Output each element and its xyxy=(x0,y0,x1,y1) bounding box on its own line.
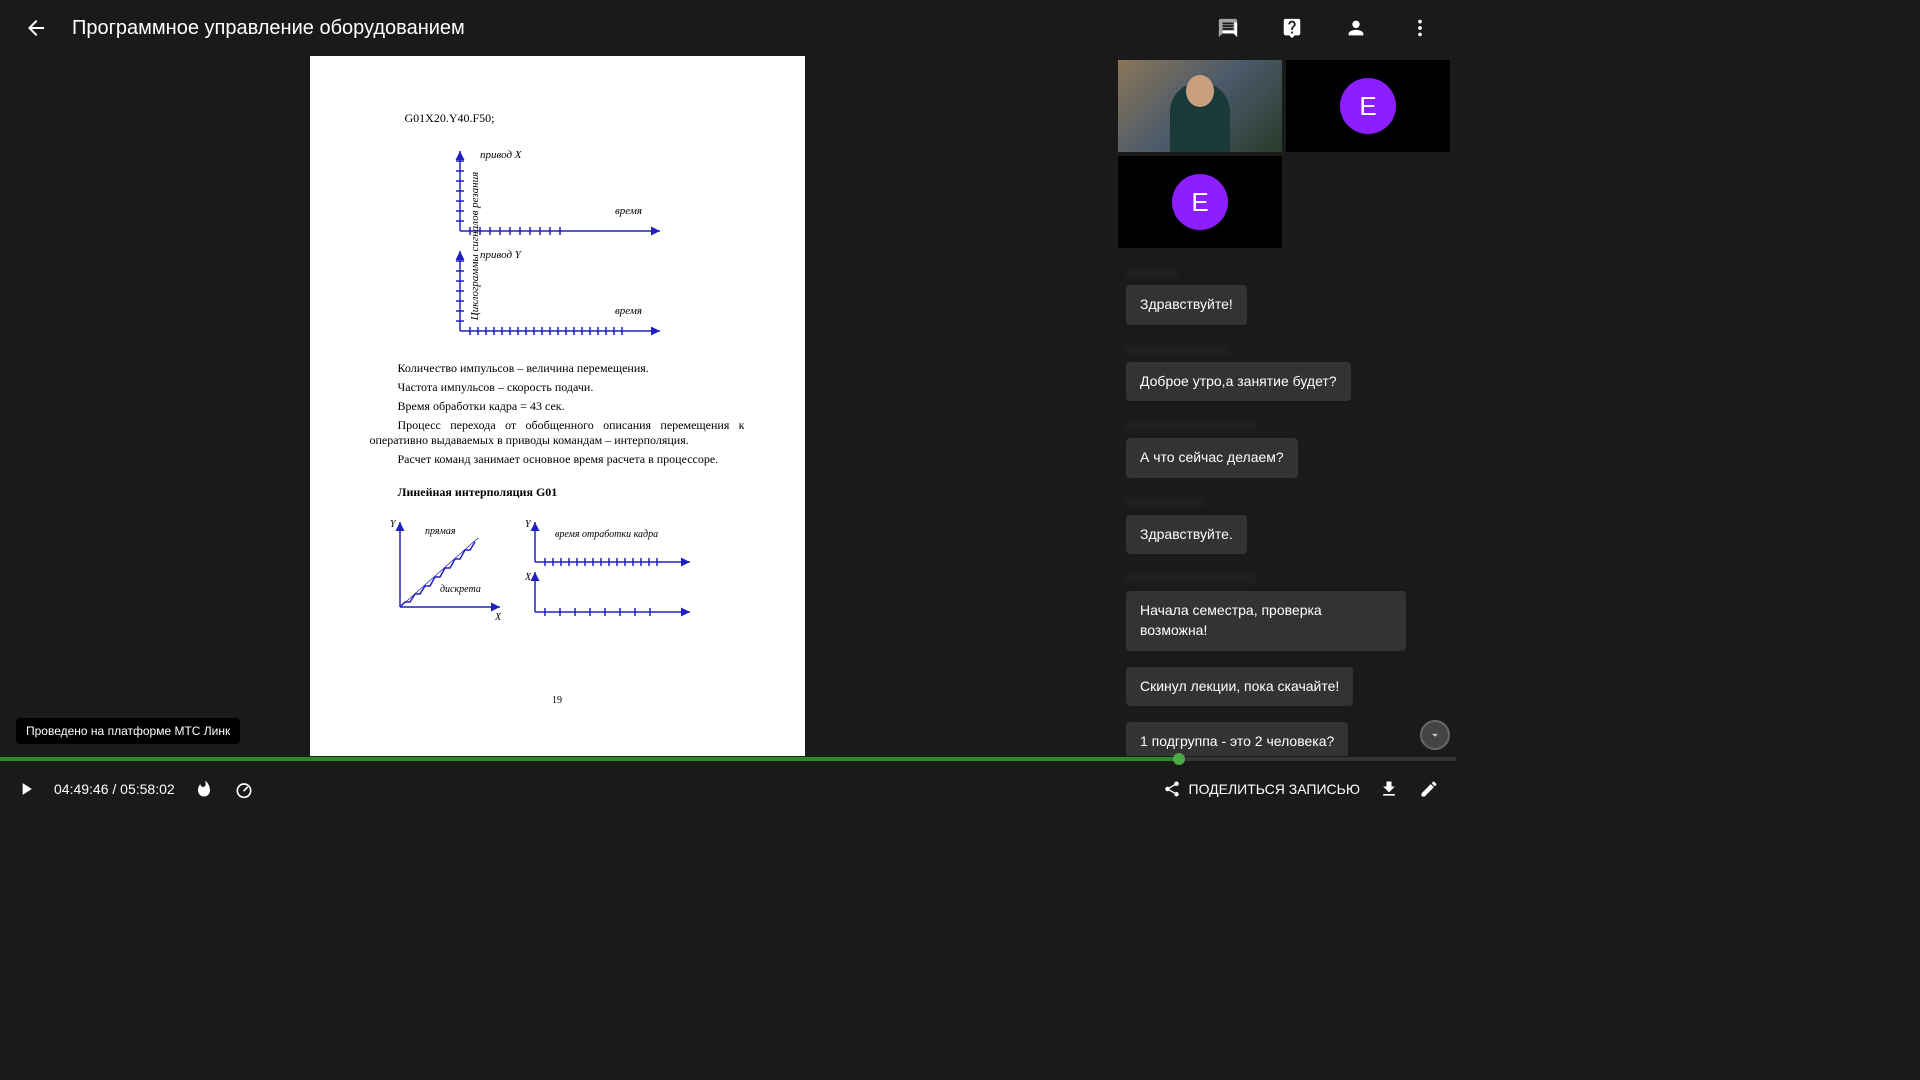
share-button[interactable]: ПОДЕЛИТЬСЯ ЗАПИСЬЮ xyxy=(1163,780,1360,798)
participant-tile-1[interactable] xyxy=(1118,60,1282,152)
svg-text:Y: Y xyxy=(525,519,532,530)
play-button[interactable] xyxy=(16,779,36,799)
platform-badge: Проведено на платформе МТС Линк xyxy=(16,718,240,744)
doc-text-5: Расчет команд занимает основное время ра… xyxy=(370,452,745,467)
svg-text:X: X xyxy=(524,572,532,583)
svg-text:привод Y: привод Y xyxy=(480,249,523,261)
share-icon xyxy=(1163,780,1181,798)
back-button[interactable] xyxy=(24,16,48,40)
chat-message: Здравствуйте! xyxy=(1126,285,1247,325)
svg-text:Y: Y xyxy=(390,519,397,530)
speed-icon xyxy=(234,779,254,799)
download-button[interactable] xyxy=(1378,778,1400,800)
time-display: 04:49:46 / 05:58:02 xyxy=(54,781,175,797)
participant-tile-2[interactable]: Е xyxy=(1286,60,1450,152)
chat-message: Начала семестра, проверка возможна! xyxy=(1126,591,1406,650)
document-page: G01X20.Y40.F50; Циклограммы сигналов рез… xyxy=(310,56,805,756)
doc-text-1: Количество импульсов – величина перемеще… xyxy=(370,361,745,376)
diagram-1: Циклограммы сигналов резания привод Х xyxy=(370,146,745,346)
document-viewer: G01X20.Y40.F50; Циклограммы сигналов рез… xyxy=(0,56,1114,756)
play-icon xyxy=(16,779,36,799)
chat-icon-button[interactable] xyxy=(1216,16,1240,40)
profile-icon-button[interactable] xyxy=(1344,16,1368,40)
current-time: 04:49:46 xyxy=(54,781,109,797)
chevron-down-icon xyxy=(1428,728,1442,742)
svg-text:прямая: прямая xyxy=(425,526,456,537)
chat-message: Доброе утро,а занятие будет? xyxy=(1126,362,1351,402)
diagram-1-svg: привод Х время привод Y время xyxy=(440,146,740,336)
page-number: 19 xyxy=(552,695,562,706)
person-icon xyxy=(1345,17,1367,39)
edit-icon xyxy=(1419,779,1439,799)
diagram-2-svg: Y X прямая дискрета Y X время отработки xyxy=(370,512,750,622)
speed-button[interactable] xyxy=(233,778,255,800)
chat-author: ———— xyxy=(1126,264,1444,279)
chat-message: Скинул лекции, пока скачайте! xyxy=(1126,667,1353,707)
help-icon-button[interactable] xyxy=(1280,16,1304,40)
svg-text:дискрета: дискрета xyxy=(440,584,481,595)
chat-author: —————————— xyxy=(1126,570,1444,585)
download-icon xyxy=(1379,779,1399,799)
svg-text:привод Х: привод Х xyxy=(480,149,523,161)
svg-text:X: X xyxy=(494,612,502,622)
video-grid: Е Е xyxy=(1114,60,1456,248)
chat-author: —————— xyxy=(1126,494,1444,509)
arrow-back-icon xyxy=(24,16,48,40)
diagram-2: Y X прямая дискрета Y X время отработки xyxy=(370,512,745,622)
doc-text-4: Процесс перехода от обобщенного описания… xyxy=(370,418,745,448)
doc-heading: Линейная интерполяция G01 xyxy=(370,485,745,500)
svg-text:время отработки кадра: время отработки кадра xyxy=(555,529,658,540)
more-vert-icon xyxy=(1409,17,1431,39)
app-header: Программное управление оборудованием xyxy=(0,0,1456,56)
chat-message: А что сейчас делаем? xyxy=(1126,438,1298,478)
avatar: Е xyxy=(1172,174,1228,230)
fire-button[interactable] xyxy=(193,778,215,800)
share-label: ПОДЕЛИТЬСЯ ЗАПИСЬЮ xyxy=(1189,781,1360,797)
chat-message: 1 подгруппа - это 2 человека? xyxy=(1126,722,1348,756)
chat-panel[interactable]: ———— Здравствуйте! ———————— Доброе утро,а з… xyxy=(1114,248,1456,756)
avatar: Е xyxy=(1340,78,1396,134)
chat-icon xyxy=(1217,17,1239,39)
doc-text-2: Частота импульсов – скорость подачи. xyxy=(370,380,745,395)
video-thumbnail xyxy=(1118,60,1282,152)
chat-author: ———————— xyxy=(1126,341,1444,356)
doc-text-3: Время обработки кадра = 43 сек. xyxy=(370,399,745,414)
svg-text:время: время xyxy=(615,205,642,217)
main-content: G01X20.Y40.F50; Циклограммы сигналов рез… xyxy=(0,56,1456,756)
fire-icon xyxy=(195,780,213,798)
chat-author: —————————— xyxy=(1126,417,1444,432)
svg-text:время: время xyxy=(615,305,642,317)
help-icon xyxy=(1281,17,1303,39)
participant-tile-3[interactable]: Е xyxy=(1118,156,1282,248)
more-icon-button[interactable] xyxy=(1408,16,1432,40)
page-title: Программное управление оборудованием xyxy=(72,17,465,40)
sidebar: Е Е ———— Здравствуйте! ———————— Доброе утро… xyxy=(1114,56,1456,756)
code-line: G01X20.Y40.F50; xyxy=(405,111,745,126)
scroll-down-button[interactable] xyxy=(1420,720,1450,750)
total-time: 05:58:02 xyxy=(120,781,175,797)
chat-message: Здравствуйте. xyxy=(1126,515,1247,555)
edit-button[interactable] xyxy=(1418,778,1440,800)
player-controls: 04:49:46 / 05:58:02 ПОДЕЛИТЬСЯ ЗАПИСЬЮ xyxy=(0,761,1456,816)
